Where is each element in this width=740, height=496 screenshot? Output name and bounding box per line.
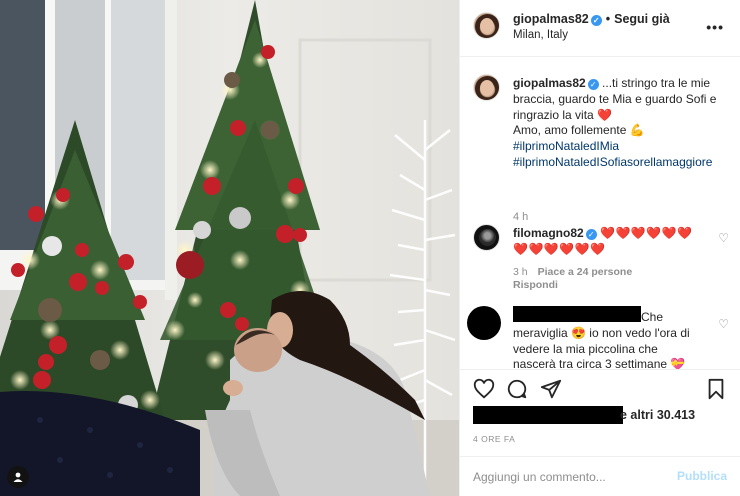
comment-avatar[interactable] <box>473 224 500 251</box>
add-comment-bar: Pubblica <box>460 456 740 496</box>
comment-bubble-icon[interactable] <box>506 378 528 403</box>
verified-badge-icon: ✓ <box>590 15 602 26</box>
verified-badge-icon: ✓ <box>585 229 597 240</box>
action-bar: e altri 30.413 <box>460 369 740 428</box>
post-side-panel: giopalmas82 ✓ • Segui già Milan, Italy ••• … <box>459 0 740 496</box>
post-photo[interactable] <box>0 0 459 496</box>
comment-text: filomagno82 ✓ ❤️❤️❤️❤️❤️❤️❤️❤️❤️❤️❤️❤️ <box>513 226 703 258</box>
muscle-emoji: 💪 <box>629 123 645 138</box>
user-tag-icon[interactable] <box>7 466 29 488</box>
post-location[interactable]: Milan, Italy <box>513 29 568 41</box>
more-horizontal-icon[interactable]: ••• <box>706 19 724 35</box>
comment-text: Che meraviglia 😍 io non vedo l'ora di ve… <box>513 310 690 369</box>
redacted-liker <box>473 406 623 424</box>
heart-outline-icon[interactable] <box>473 378 495 403</box>
hashtag-link[interactable]: #ilprimoNataledISofiasorellamaggiore <box>513 155 733 171</box>
comment-likes[interactable]: Piace a 24 persone <box>538 266 633 278</box>
comment-like-icon[interactable]: ♡ <box>718 231 729 245</box>
caption-text: giopalmas82 ✓ ...ti stringo tra le mie br… <box>513 76 733 171</box>
reply-button[interactable]: Rispondi <box>513 279 558 291</box>
comments-list[interactable]: giopalmas82 ✓ ...ti stringo tra le mie br… <box>460 57 740 369</box>
avatar[interactable] <box>473 12 500 39</box>
publish-button[interactable]: Pubblica <box>677 469 727 483</box>
hashtag-link[interactable]: #ilprimoNataledIMia <box>513 139 733 155</box>
caption-timestamp[interactable]: 4 h <box>513 211 528 223</box>
christmas-photo-illustration <box>0 0 459 496</box>
verified-badge-icon: ✓ <box>587 79 599 90</box>
comment-meta: 3 h Piace a 24 persone <box>513 266 642 278</box>
author-username[interactable]: giopalmas82 <box>513 12 589 26</box>
comment-like-icon[interactable]: ♡ <box>718 317 729 331</box>
caption-line-2: Amo, amo follemente <box>513 123 627 138</box>
likes-count[interactable]: e altri 30.413 <box>620 408 695 422</box>
comment-input[interactable] <box>473 467 663 487</box>
comment-avatar-redacted[interactable] <box>467 306 501 340</box>
heart-emoji: ❤️ <box>597 107 612 122</box>
bookmark-icon[interactable] <box>706 378 726 403</box>
post-timestamp[interactable]: 4 ORE FA <box>473 434 515 444</box>
post-author: giopalmas82 ✓ • Segui già <box>513 12 670 26</box>
comment-timestamp[interactable]: 3 h <box>513 266 528 278</box>
following-button[interactable]: Segui già <box>614 12 670 26</box>
caption-username[interactable]: giopalmas82 <box>513 76 586 90</box>
paper-plane-icon[interactable] <box>540 378 562 403</box>
post-header: giopalmas82 ✓ • Segui già Milan, Italy ••• <box>460 0 740 57</box>
caption-avatar[interactable] <box>473 74 500 101</box>
comment-username[interactable]: filomagno82 <box>513 226 584 240</box>
separator-dot: • <box>605 12 611 26</box>
